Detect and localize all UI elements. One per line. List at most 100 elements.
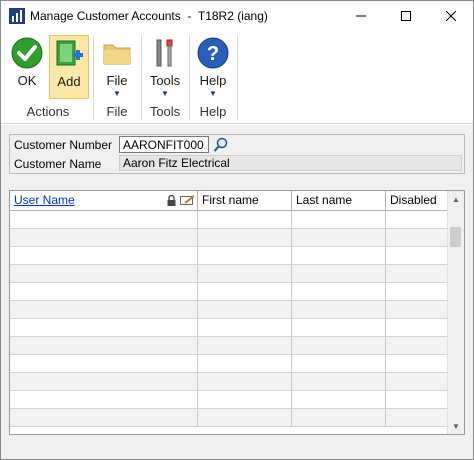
table-cell[interactable] bbox=[386, 337, 448, 354]
table-row[interactable] bbox=[10, 283, 448, 301]
tools-icon bbox=[156, 39, 173, 67]
table-cell[interactable] bbox=[292, 283, 386, 300]
add-document-icon bbox=[56, 40, 83, 66]
scroll-thumb[interactable] bbox=[450, 227, 461, 247]
table-cell[interactable] bbox=[10, 283, 198, 300]
table-cell[interactable] bbox=[292, 229, 386, 246]
help-group-label: Help bbox=[199, 104, 227, 119]
table-row[interactable] bbox=[10, 247, 448, 265]
column-header-user-name[interactable]: User Name bbox=[10, 191, 198, 210]
table-row[interactable] bbox=[10, 265, 448, 283]
table-row[interactable] bbox=[10, 409, 448, 427]
table-cell[interactable] bbox=[386, 355, 448, 372]
table-cell[interactable] bbox=[198, 337, 292, 354]
table-cell[interactable] bbox=[198, 355, 292, 372]
table-cell[interactable] bbox=[292, 265, 386, 282]
maximize-button[interactable] bbox=[383, 1, 428, 31]
table-cell[interactable] bbox=[386, 229, 448, 246]
table-cell[interactable] bbox=[292, 247, 386, 264]
table-cell[interactable] bbox=[292, 337, 386, 354]
table-cell[interactable] bbox=[386, 283, 448, 300]
scroll-up-arrow-icon[interactable]: ▲ bbox=[448, 191, 464, 207]
table-cell[interactable] bbox=[386, 391, 448, 408]
user-accounts-grid[interactable]: User Name First name Last name Disabled … bbox=[9, 190, 465, 435]
table-cell[interactable] bbox=[386, 373, 448, 390]
table-cell[interactable] bbox=[10, 337, 198, 354]
title-bar: Manage Customer Accounts - T18R2 (iang) bbox=[1, 1, 473, 31]
grid-vertical-scrollbar[interactable]: ▲ ▼ bbox=[447, 191, 464, 434]
table-cell[interactable] bbox=[10, 409, 198, 426]
table-cell[interactable] bbox=[386, 211, 448, 228]
add-label: Add bbox=[57, 74, 81, 89]
table-cell[interactable] bbox=[386, 301, 448, 318]
folder-icon bbox=[103, 44, 131, 65]
table-row[interactable] bbox=[10, 319, 448, 337]
table-cell[interactable] bbox=[10, 301, 198, 318]
ok-button[interactable]: OK bbox=[7, 35, 47, 99]
table-row[interactable] bbox=[10, 355, 448, 373]
table-cell[interactable] bbox=[10, 247, 198, 264]
table-cell[interactable] bbox=[386, 265, 448, 282]
disabled-header-label: Disabled bbox=[390, 193, 437, 207]
table-cell[interactable] bbox=[10, 211, 198, 228]
close-icon bbox=[445, 11, 456, 21]
table-cell[interactable] bbox=[10, 229, 198, 246]
table-cell[interactable] bbox=[198, 301, 292, 318]
table-row[interactable] bbox=[10, 337, 448, 355]
scroll-down-arrow-icon[interactable]: ▼ bbox=[448, 418, 464, 434]
table-cell[interactable] bbox=[198, 319, 292, 336]
table-row[interactable] bbox=[10, 211, 448, 229]
customer-number-input[interactable] bbox=[119, 136, 209, 153]
add-button[interactable]: Add bbox=[49, 35, 89, 99]
grid-header: User Name First name Last name Disabled bbox=[10, 191, 464, 211]
table-cell[interactable] bbox=[10, 391, 198, 408]
table-cell[interactable] bbox=[292, 301, 386, 318]
table-cell[interactable] bbox=[292, 391, 386, 408]
last-name-header-label: Last name bbox=[296, 193, 353, 207]
tools-label: Tools bbox=[149, 73, 181, 88]
table-row[interactable] bbox=[10, 373, 448, 391]
table-cell[interactable] bbox=[386, 409, 448, 426]
table-cell[interactable] bbox=[10, 355, 198, 372]
tools-menu-button[interactable]: Tools ▼ bbox=[145, 35, 185, 99]
edit-field-icon[interactable] bbox=[180, 195, 195, 206]
table-cell[interactable] bbox=[198, 409, 292, 426]
grid-body bbox=[10, 211, 448, 427]
minimize-icon bbox=[355, 15, 366, 17]
manage-customer-accounts-window: Manage Customer Accounts - T18R2 (iang) … bbox=[0, 0, 474, 460]
customer-fields-box: Customer Number Customer Name Aaron Fitz… bbox=[9, 134, 465, 174]
table-cell[interactable] bbox=[198, 265, 292, 282]
table-cell[interactable] bbox=[386, 247, 448, 264]
close-button[interactable] bbox=[428, 1, 473, 31]
table-row[interactable] bbox=[10, 391, 448, 409]
table-cell[interactable] bbox=[292, 355, 386, 372]
table-cell[interactable] bbox=[292, 211, 386, 228]
table-cell[interactable] bbox=[292, 373, 386, 390]
column-header-first-name[interactable]: First name bbox=[198, 191, 292, 210]
table-row[interactable] bbox=[10, 301, 448, 319]
table-cell[interactable] bbox=[198, 373, 292, 390]
tools-dropdown-icon: ▼ bbox=[161, 89, 169, 98]
table-cell[interactable] bbox=[10, 265, 198, 282]
help-dropdown-icon: ▼ bbox=[209, 89, 217, 98]
file-menu-button[interactable]: File ▼ bbox=[97, 35, 137, 99]
table-cell[interactable] bbox=[198, 229, 292, 246]
help-menu-button[interactable]: ? Help ▼ bbox=[193, 35, 233, 99]
table-cell[interactable] bbox=[198, 283, 292, 300]
table-cell[interactable] bbox=[386, 319, 448, 336]
actions-group: OK Add Actions bbox=[5, 33, 91, 121]
table-cell[interactable] bbox=[10, 319, 198, 336]
window-title: Manage Customer Accounts - T18R2 (iang) bbox=[30, 9, 268, 23]
table-cell[interactable] bbox=[292, 409, 386, 426]
table-cell[interactable] bbox=[292, 319, 386, 336]
minimize-button[interactable] bbox=[338, 1, 383, 31]
table-cell[interactable] bbox=[198, 211, 292, 228]
column-header-last-name[interactable]: Last name bbox=[292, 191, 386, 210]
customer-lookup-button[interactable] bbox=[212, 136, 230, 154]
table-cell[interactable] bbox=[198, 247, 292, 264]
ok-label: OK bbox=[17, 73, 37, 88]
table-row[interactable] bbox=[10, 229, 448, 247]
table-cell[interactable] bbox=[198, 391, 292, 408]
ribbon-separator bbox=[93, 35, 94, 119]
table-cell[interactable] bbox=[10, 373, 198, 390]
